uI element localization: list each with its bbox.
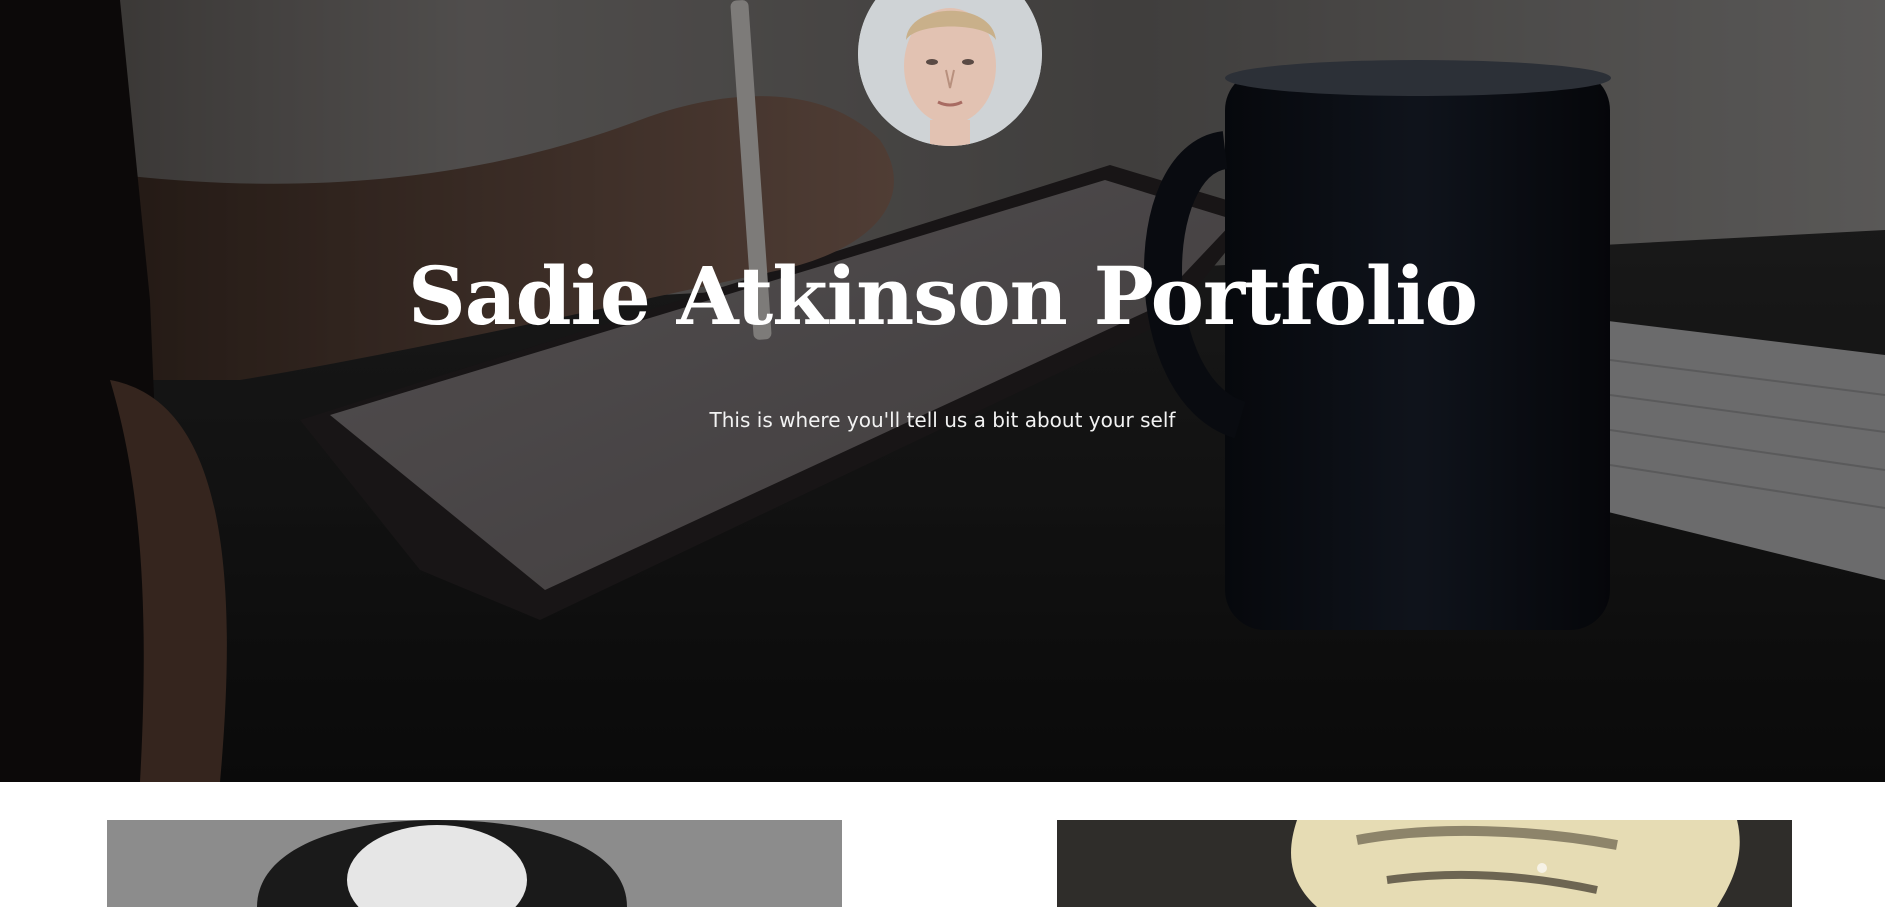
portrait-artwork-sketch-icon [1057, 820, 1792, 907]
portfolio-gallery [0, 782, 1885, 907]
gallery-item[interactable] [1057, 820, 1792, 907]
gallery-item[interactable] [107, 820, 842, 907]
hero-section: Sadie Atkinson Portfolio This is where y… [0, 0, 1885, 782]
hero-subtitle: This is where you'll tell us a bit about… [709, 408, 1176, 432]
page-title: Sadie Atkinson Portfolio [407, 249, 1478, 343]
portrait-artwork-bw-icon [107, 820, 842, 907]
